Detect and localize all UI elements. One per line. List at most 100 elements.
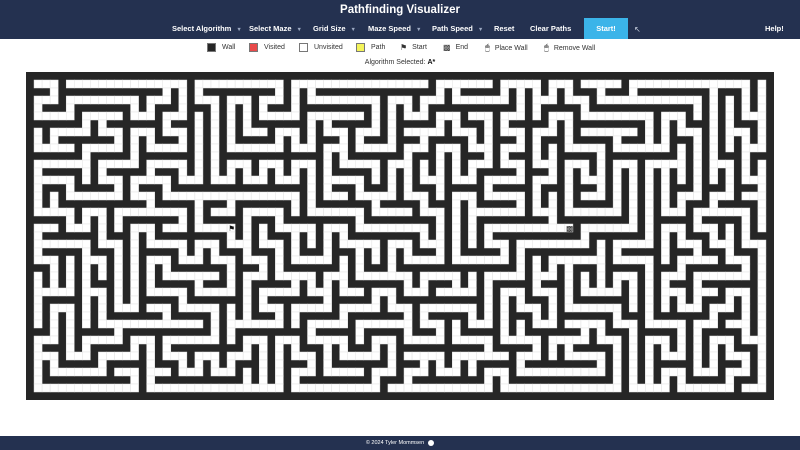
grid-cell[interactable]: [291, 239, 300, 249]
grid-cell[interactable]: [122, 79, 131, 89]
grid-cell[interactable]: [411, 111, 421, 121]
grid-cell[interactable]: [468, 135, 477, 145]
grid-cell[interactable]: [226, 279, 236, 289]
grid-cell[interactable]: [757, 215, 767, 225]
grid-cell[interactable]: [242, 343, 252, 353]
select-algorithm-dropdown[interactable]: Select Algorithm ▼: [172, 24, 242, 33]
grid-cell[interactable]: [259, 191, 268, 201]
grid-cell[interactable]: [339, 311, 348, 321]
grid-cell[interactable]: [259, 175, 268, 185]
grid-cell[interactable]: [178, 143, 188, 153]
grid-cell[interactable]: [242, 303, 252, 313]
grid-cell[interactable]: [194, 175, 204, 185]
grid-cell[interactable]: [387, 95, 397, 105]
grid-cell[interactable]: [323, 223, 332, 233]
grid-cell[interactable]: [331, 111, 340, 121]
grid-cell[interactable]: [210, 191, 220, 201]
grid-cell[interactable]: [677, 79, 686, 89]
grid-cell[interactable]: [387, 319, 397, 329]
grid-cell[interactable]: [162, 263, 172, 273]
grid-cell[interactable]: [516, 383, 525, 393]
grid-cell[interactable]: [242, 215, 252, 225]
grid-cell[interactable]: [33, 287, 43, 297]
grid-cell[interactable]: [556, 111, 566, 121]
grid-cell[interactable]: [178, 79, 188, 89]
grid-cell[interactable]: [484, 367, 493, 377]
grid-cell[interactable]: [90, 287, 99, 297]
grid-cell[interactable]: [355, 111, 365, 121]
grid-cell[interactable]: [65, 271, 75, 281]
grid-cell[interactable]: [572, 255, 582, 265]
grid-cell[interactable]: [564, 207, 574, 217]
grid-cell[interactable]: [315, 319, 324, 329]
grid-cell[interactable]: [540, 127, 550, 137]
grid-cell[interactable]: [685, 191, 694, 201]
grid-cell[interactable]: [371, 127, 381, 137]
grid-cell[interactable]: [82, 303, 91, 313]
grid-cell[interactable]: [476, 383, 485, 393]
grid-cell[interactable]: [82, 367, 91, 377]
grid-cell[interactable]: [596, 223, 606, 233]
grid-cell[interactable]: [476, 95, 485, 105]
grid-cell[interactable]: [725, 375, 735, 385]
grid-cell[interactable]: [323, 207, 332, 217]
grid-cell[interactable]: [178, 175, 188, 185]
grid-cell[interactable]: [427, 383, 437, 393]
grid-cell[interactable]: [516, 367, 525, 377]
grid-cell[interactable]: [516, 271, 525, 281]
grid-cell[interactable]: [572, 383, 582, 393]
grid-cell[interactable]: [275, 207, 284, 217]
grid-cell[interactable]: [725, 271, 735, 281]
grid-cell[interactable]: [387, 335, 397, 345]
grid-cell[interactable]: [355, 215, 365, 225]
grid-cell[interactable]: [757, 335, 767, 345]
grid-cell[interactable]: [210, 255, 220, 265]
grid-cell[interactable]: [435, 231, 445, 241]
grid-cell[interactable]: [532, 111, 541, 121]
grid-cell[interactable]: [612, 159, 622, 169]
grid-cell[interactable]: [186, 271, 196, 281]
grid-cell[interactable]: [323, 335, 332, 345]
grid-cell[interactable]: [516, 111, 525, 121]
grid-cell[interactable]: [226, 207, 236, 217]
grid-cell[interactable]: [194, 383, 204, 393]
grid-cell[interactable]: [733, 271, 743, 281]
grid-cell[interactable]: [508, 79, 517, 89]
grid-cell[interactable]: [628, 239, 638, 249]
grid-cell[interactable]: [242, 311, 252, 321]
grid-cell[interactable]: [757, 159, 767, 169]
grid-cell[interactable]: [452, 303, 461, 313]
grid-cell[interactable]: [403, 247, 413, 257]
grid-cell[interactable]: [82, 343, 91, 353]
grid-cell[interactable]: [717, 271, 726, 281]
grid-cell[interactable]: [709, 191, 718, 201]
grid-cell[interactable]: [709, 287, 718, 297]
grid-cell[interactable]: [677, 271, 686, 281]
grid-cell[interactable]: [323, 151, 332, 161]
grid-cell[interactable]: [323, 247, 332, 257]
grid-cell[interactable]: [242, 143, 252, 153]
grid-cell[interactable]: [403, 367, 413, 377]
grid-cell[interactable]: [452, 215, 461, 225]
grid-cell[interactable]: [242, 159, 252, 169]
grid-cell[interactable]: [612, 335, 622, 345]
grid-cell[interactable]: [202, 79, 212, 89]
grid-cell[interactable]: [114, 191, 123, 201]
grid-cell[interactable]: [484, 311, 493, 321]
grid-cell[interactable]: [677, 327, 686, 337]
grid-cell[interactable]: [275, 215, 284, 225]
grid-cell[interactable]: [33, 159, 43, 169]
grid-cell[interactable]: [202, 335, 212, 345]
grid-cell[interactable]: [283, 111, 292, 121]
grid-cell[interactable]: [218, 207, 228, 217]
grid-cell[interactable]: [347, 303, 357, 313]
grid-cell[interactable]: [355, 263, 365, 273]
grid-cell[interactable]: [500, 367, 509, 377]
grid-cell[interactable]: [242, 79, 252, 89]
grid-cell[interactable]: [259, 231, 268, 241]
grid-cell[interactable]: [65, 287, 75, 297]
grid-cell[interactable]: [65, 223, 75, 233]
grid-cell[interactable]: [371, 295, 381, 305]
grid-cell[interactable]: [435, 359, 445, 369]
grid-cell[interactable]: [283, 191, 292, 201]
